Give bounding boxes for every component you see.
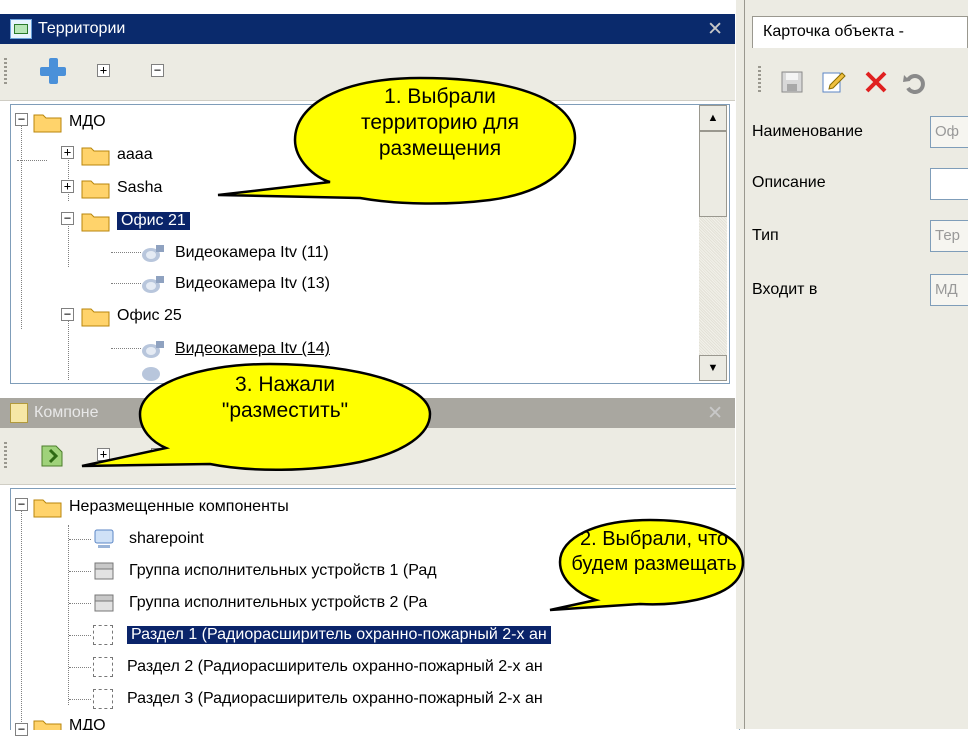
save-button[interactable] <box>780 70 804 94</box>
components-close-icon[interactable]: ✕ <box>707 402 723 425</box>
undo-button[interactable] <box>902 70 926 94</box>
tree-node-root[interactable]: МДО <box>33 107 106 137</box>
tree-node[interactable]: Раздел 3 (Радиорасширитель охранно-пожар… <box>93 684 543 714</box>
scroll-thumb[interactable] <box>699 131 727 217</box>
scroll-down-button[interactable]: ▼ <box>699 355 727 381</box>
toolbar-grip <box>758 66 761 92</box>
parent-field[interactable]: МД <box>930 274 968 306</box>
territories-close-icon[interactable]: ✕ <box>707 18 723 41</box>
callout-1-text: 1. Выбрали территорию для размещения <box>360 85 520 160</box>
place-icon <box>41 445 63 467</box>
tree-node[interactable]: Видеокамера Itv (11) <box>141 238 329 268</box>
folder-icon <box>33 496 63 518</box>
object-card-tab-title: Карточка объекта - <box>763 23 904 40</box>
object-card-tab[interactable]: Карточка объекта - <box>752 16 968 48</box>
delete-button[interactable] <box>864 70 888 94</box>
expand-toggle[interactable]: − <box>15 723 28 736</box>
territories-panel-icon <box>10 19 32 39</box>
camera-icon <box>141 274 165 294</box>
tree-node[interactable]: Sasha <box>81 173 162 203</box>
device-group-icon <box>93 560 115 582</box>
tree-node[interactable]: aaaa <box>81 140 153 170</box>
folder-icon <box>81 210 111 232</box>
expand-toggle[interactable]: − <box>15 113 28 126</box>
device-group-icon <box>93 592 115 614</box>
folder-icon <box>81 177 111 199</box>
field-label-description: Описание <box>752 174 826 191</box>
callout-3-text: 3. Нажали "разместить" <box>221 373 349 422</box>
callout-2-text: 2. Выбрали, что будем размещать <box>571 528 737 575</box>
callout-2: 2. Выбрали, что будем размещать <box>540 510 750 620</box>
tree-node[interactable]: Офис 25 <box>81 301 182 331</box>
computer-icon <box>93 528 115 550</box>
tree-node-selected[interactable]: Раздел 1 (Радиорасширитель охранно-пожар… <box>93 620 552 650</box>
scroll-up-button[interactable]: ▲ <box>699 105 727 131</box>
section-icon <box>93 625 113 645</box>
undo-icon <box>903 74 925 94</box>
description-field[interactable] <box>930 168 968 200</box>
camera-icon <box>141 243 165 263</box>
tree-node[interactable]: Раздел 2 (Радиорасширитель охранно-пожар… <box>93 652 543 682</box>
expand-all-button[interactable]: + <box>97 64 110 77</box>
tree-node[interactable]: Видеокамера Itv (13) <box>141 269 330 299</box>
components-panel-icon <box>10 403 28 423</box>
territories-titlebar: Территории ✕ <box>0 14 735 44</box>
add-territory-button[interactable] <box>40 58 66 84</box>
type-field[interactable]: Тер <box>930 220 968 252</box>
expand-toggle[interactable]: + <box>61 146 74 159</box>
expand-toggle[interactable]: − <box>61 212 74 225</box>
folder-icon <box>33 717 63 730</box>
save-icon <box>781 71 803 93</box>
field-label-parent: Входит в <box>752 281 818 298</box>
callout-1: 1. Выбрали территорию для размещения <box>200 60 600 210</box>
territories-scrollbar[interactable]: ▲ ▼ <box>699 105 727 381</box>
tree-node[interactable]: Группа исполнительных устройств 2 (Ра <box>93 588 427 618</box>
expand-toggle[interactable]: + <box>61 180 74 193</box>
tree-node-root[interactable]: МДО <box>33 717 106 730</box>
toolbar-grip <box>4 442 7 468</box>
edit-icon <box>822 72 846 93</box>
folder-icon <box>81 305 111 327</box>
tree-node[interactable]: sharepoint <box>93 524 204 554</box>
edit-button[interactable] <box>820 68 846 94</box>
collapse-all-button[interactable]: − <box>151 64 164 77</box>
object-card-toolbar <box>752 48 968 110</box>
field-label-name: Наименование <box>752 123 863 140</box>
name-field[interactable]: Оф <box>930 116 968 148</box>
tree-node-root[interactable]: Неразмещенные компоненты <box>33 492 289 522</box>
tree-node-selected[interactable]: Офис 21 <box>81 206 191 236</box>
section-icon <box>93 689 113 709</box>
place-button[interactable] <box>38 442 66 468</box>
tree-node[interactable]: Группа исполнительных устройств 1 (Рад <box>93 556 437 586</box>
toolbar-grip <box>4 58 7 84</box>
expand-toggle[interactable]: − <box>15 498 28 511</box>
expand-toggle[interactable]: − <box>61 308 74 321</box>
delete-icon <box>865 71 887 93</box>
folder-icon <box>81 144 111 166</box>
callout-3: 3. Нажали "разместить" <box>70 354 460 479</box>
territories-title: Территории <box>38 20 126 37</box>
folder-icon <box>33 111 63 133</box>
section-icon <box>93 657 113 677</box>
field-label-type: Тип <box>752 227 779 244</box>
